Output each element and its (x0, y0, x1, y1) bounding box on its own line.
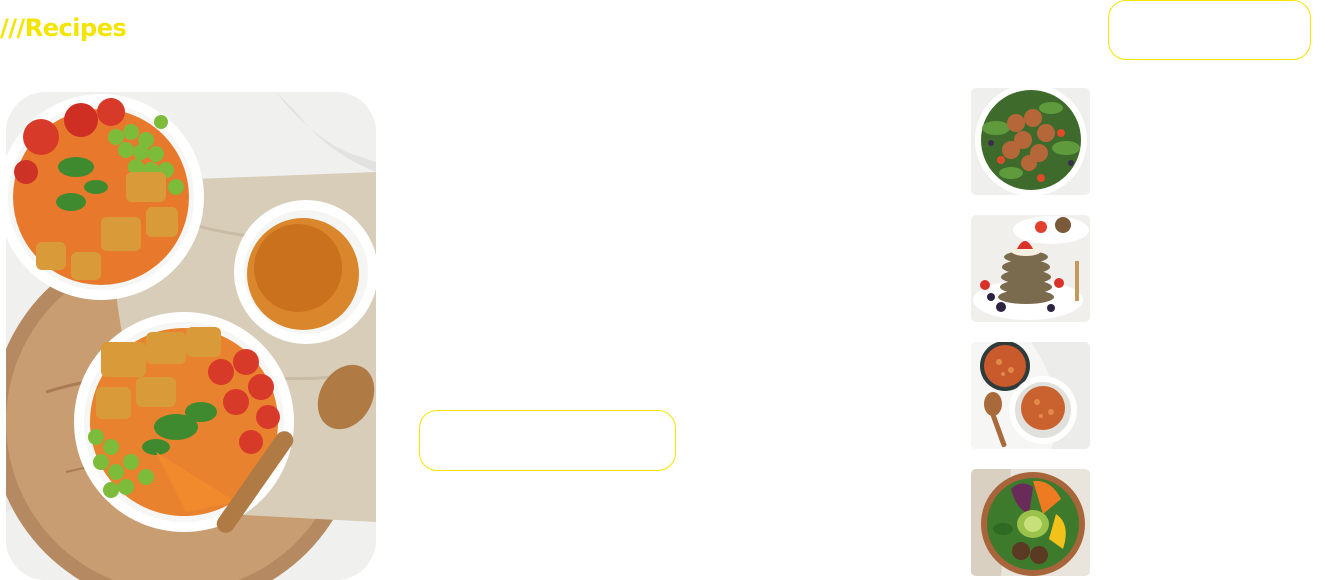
featured-recipe-content (419, 92, 919, 392)
recipe-thumbnail-4[interactable] (971, 469, 1090, 576)
view-recipe-button[interactable] (419, 410, 676, 471)
recipe-thumbnail-1[interactable] (971, 88, 1090, 195)
featured-recipe-image[interactable] (6, 92, 376, 580)
recipes-section: ///Recipes (0, 0, 1339, 580)
section-title: ///Recipes (0, 14, 127, 42)
recipe-thumbnail-2[interactable] (971, 215, 1090, 322)
recipe-thumbnail-3[interactable] (971, 342, 1090, 449)
view-all-recipes-button[interactable] (1108, 0, 1311, 60)
